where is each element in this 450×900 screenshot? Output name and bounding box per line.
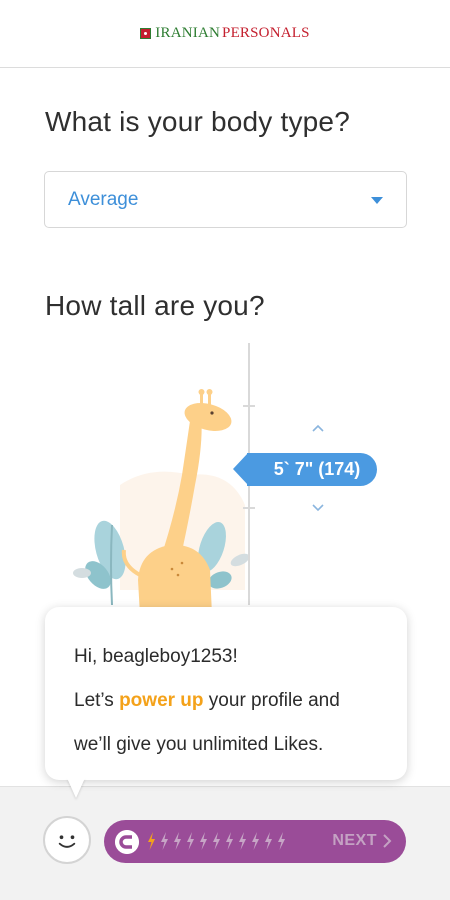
decrease-height-chevron-icon[interactable] — [312, 501, 324, 513]
height-value-badge[interactable]: 5` 7" (174) — [233, 453, 377, 486]
body-type-dropdown[interactable]: Average — [44, 171, 407, 228]
ruler-tick — [243, 507, 255, 509]
promo-text: Let’s — [74, 690, 120, 711]
app-header: IRANIAN PERSONALS — [0, 0, 450, 68]
profile-setup-screen: IRANIAN PERSONALS What is your body type?… — [0, 0, 450, 900]
lightning-bolt-empty-icon — [213, 832, 220, 850]
lightning-bolt-empty-icon — [265, 832, 272, 850]
body-type-selected-value: Average — [68, 188, 139, 210]
height-picker[interactable]: 5` 7" (174) — [0, 335, 450, 615]
lightning-bolt-empty-icon — [161, 832, 168, 850]
lightning-bolt-filled-icon — [148, 832, 155, 850]
app-logo: IRANIAN PERSONALS — [140, 25, 309, 42]
lightning-bolt-empty-icon — [187, 832, 194, 850]
greeting-text: Hi, beagleboy1253! — [74, 646, 238, 667]
dropdown-caret-icon — [371, 197, 383, 204]
magnet-icon — [115, 830, 139, 854]
promo-text: your profile and — [203, 690, 340, 711]
lightning-bolt-empty-icon — [278, 832, 285, 850]
lightning-bolt-empty-icon — [174, 832, 181, 850]
chevron-right-icon — [383, 834, 392, 848]
logo-text-part2: PERSONALS — [222, 25, 310, 41]
next-button[interactable]: NEXT — [332, 832, 392, 850]
profile-power-progress[interactable]: NEXT — [104, 820, 406, 863]
promo-line-3: we’ll give you unlimited Likes. — [74, 734, 324, 755]
giraffe-illustration — [73, 389, 250, 615]
next-label: NEXT — [332, 832, 377, 849]
height-question: How tall are you? — [45, 290, 265, 321]
smiley-avatar-icon — [43, 816, 91, 864]
ruler-tick — [243, 405, 255, 407]
increase-height-chevron-icon[interactable] — [312, 423, 324, 435]
logo-text-part1: IRANIAN — [155, 25, 221, 41]
body-type-question: What is your body type? — [45, 106, 350, 137]
lightning-bolt-empty-icon — [226, 832, 233, 850]
lightning-bolt-empty-icon — [239, 832, 246, 850]
logo-icon — [140, 28, 152, 39]
speech-bubble-tail — [67, 778, 85, 798]
promo-line-2: Let’s power up your profile and — [74, 679, 387, 723]
power-up-highlight: power up — [119, 690, 204, 711]
lightning-bolt-empty-icon — [200, 832, 207, 850]
progress-bolts — [146, 829, 286, 853]
lightning-bolt-empty-icon — [252, 832, 259, 850]
promo-speech-bubble: Hi, beagleboy1253! Let’s power up your p… — [45, 607, 407, 780]
